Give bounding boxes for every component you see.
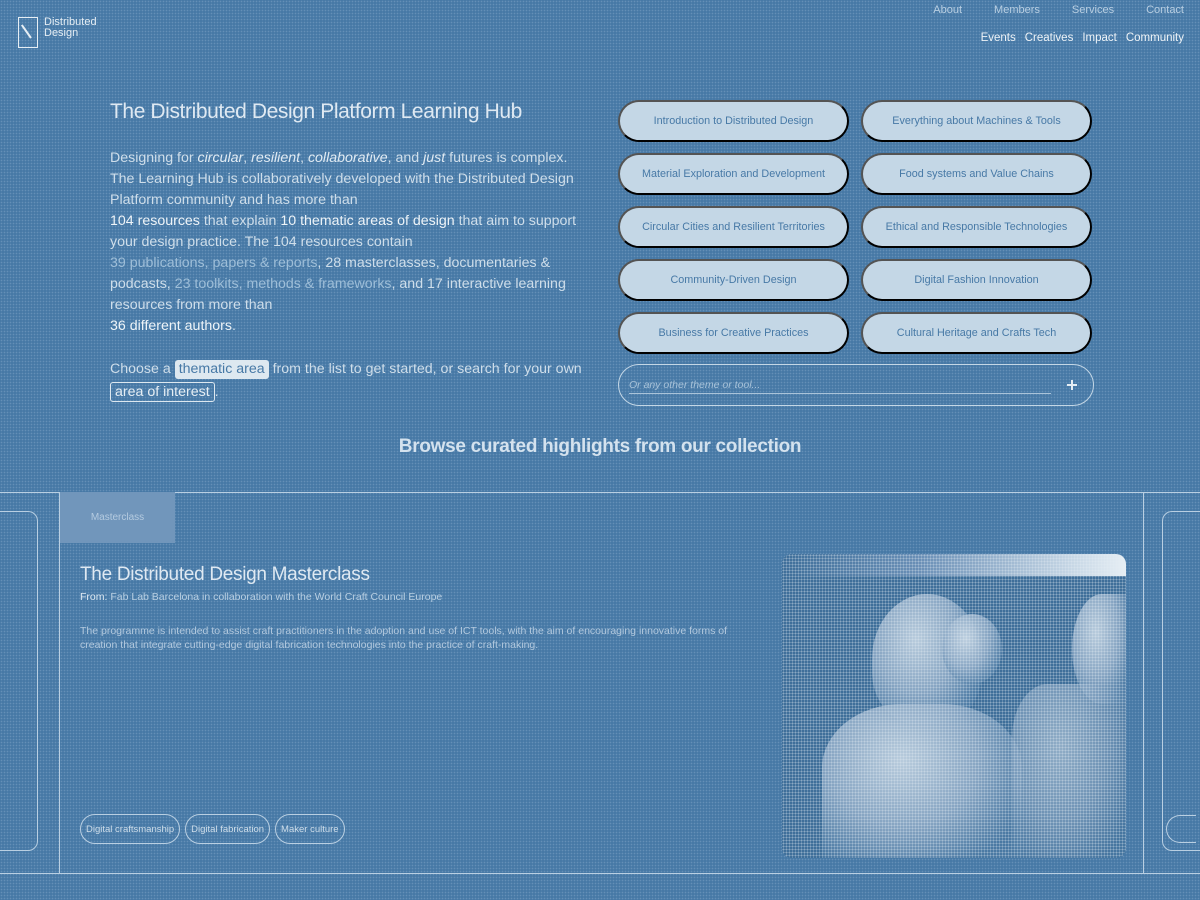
theme-ethical-technologies[interactable]: Ethical and Responsible Technologies [861,206,1092,248]
logo-text: Distributed Design [44,17,97,39]
card-description: The programme is intended to assist craf… [80,625,728,651]
theme-digital-fashion[interactable]: Digital Fashion Innovation [861,259,1092,301]
card-source: From: Fab Lab Barcelona in collaboration… [80,591,442,603]
intro-text: that explain [199,213,281,229]
card-source-text: Fab Lab Barcelona in collaboration with … [110,591,443,603]
choose-text: from the list to get started, or search … [268,361,582,377]
tag-digital-fabrication[interactable]: Digital fabrication [185,814,271,844]
tag-maker-culture[interactable]: Maker culture [275,814,345,844]
photo-grain [782,554,1126,858]
area-of-interest-chip[interactable]: area of interest [110,382,215,402]
theme-community-driven-design[interactable]: Community-Driven Design [618,259,849,301]
logo-line-2: Design [44,27,79,39]
theme-food-systems[interactable]: Food systems and Value Chains [861,153,1092,195]
intro-text: , and [391,276,428,292]
card-source-label: From: [80,591,108,603]
nav-events[interactable]: Events [981,32,1016,44]
nav-services[interactable]: Services [1072,4,1114,16]
intro-text: , and [387,150,424,166]
carousel-next-tag [1166,815,1196,843]
thematic-areas-count: 10 thematic areas of design [280,213,455,229]
carousel-next-card[interactable] [1162,511,1200,851]
choose-text: . [214,384,219,400]
intro-text: from more than [172,297,273,313]
plus-icon[interactable] [1065,378,1079,392]
page-title: The Distributed Design Platform Learning… [110,100,522,123]
intro-emphasis-collaborative: collaborative [307,150,388,166]
intro-text: , [243,150,252,166]
thematic-area-chip[interactable]: thematic area [174,360,269,379]
theme-intro-distributed-design[interactable]: Introduction to Distributed Design [618,100,849,142]
nav-creatives[interactable]: Creatives [1025,32,1074,44]
intro-text: , [166,276,175,292]
choose-paragraph: Choose a thematic area from the list to … [110,358,588,404]
browse-heading: Browse curated highlights from our colle… [398,436,802,457]
authors-count: 36 different authors [110,318,232,334]
choose-text: Choose a [110,361,175,377]
card-tags: Digital craftsmanship Digital fabricatio… [80,814,345,844]
card-title[interactable]: The Distributed Design Masterclass [80,564,370,586]
tag-digital-craftsmanship[interactable]: Digital craftsmanship [80,814,181,844]
theme-circular-cities[interactable]: Circular Cities and Resilient Territorie… [618,206,849,248]
intro-text: Designing for [110,150,198,166]
theme-search-bar [618,364,1094,406]
nav-impact[interactable]: Impact [1082,32,1117,44]
highlight-card[interactable]: Masterclass The Distributed Design Maste… [59,492,1144,874]
intro-paragraph: Designing for circular, resilient, colla… [110,148,588,337]
intro-text: . [232,318,236,334]
carousel-previous-card[interactable] [0,511,38,851]
nav-members[interactable]: Members [994,4,1040,16]
theme-search-input[interactable] [629,376,1051,394]
nav-contact[interactable]: Contact [1146,4,1184,16]
toolkits-link[interactable]: 23 toolkits, methods & frameworks [175,276,392,292]
theme-machines-tools[interactable]: Everything about Machines & Tools [861,100,1092,142]
resource-type-badge: Masterclass [60,492,175,543]
logo-mark-icon [18,17,38,48]
thematic-areas-grid: Introduction to Distributed Design Every… [618,100,1094,354]
publications-link[interactable]: 39 publications, papers & reports [110,255,317,271]
nav-community[interactable]: Community [1126,32,1184,44]
resources-count: 104 resources [110,213,200,229]
intro-emphasis-resilient: resilient [251,150,301,166]
intro-emphasis-just: just [423,150,446,166]
intro-emphasis-circular: circular [197,150,244,166]
theme-material-exploration[interactable]: Material Exploration and Development [618,153,849,195]
nav-about[interactable]: About [933,4,962,16]
intro-text: , [300,150,308,166]
card-photo [782,554,1126,858]
main-nav: Events Creatives Impact Community [981,32,1184,44]
theme-cultural-heritage[interactable]: Cultural Heritage and Crafts Tech [861,312,1092,354]
secondary-nav: About Members Services Contact [933,4,1184,16]
brand-logo[interactable]: Distributed Design [18,17,97,48]
theme-business-creative[interactable]: Business for Creative Practices [618,312,849,354]
